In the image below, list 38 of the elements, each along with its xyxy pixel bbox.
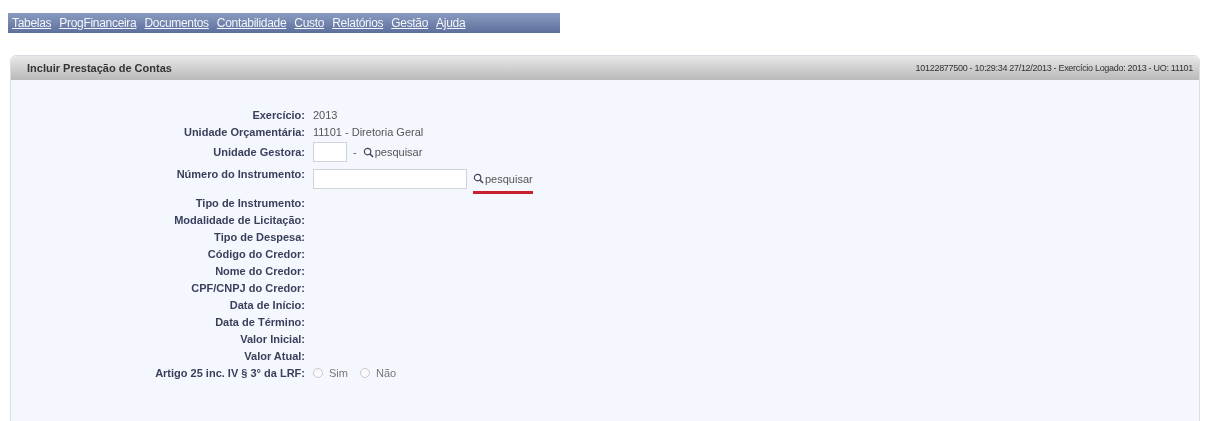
field-label: Unidade Orçamentária: xyxy=(182,125,306,138)
field-label: Artigo 25 inc. IV § 3° da LRF: xyxy=(154,366,306,379)
field-label: CPF/CNPJ do Credor: xyxy=(190,281,306,294)
field-label: Valor Inicial: xyxy=(239,332,306,345)
menu-item[interactable]: Gestão xyxy=(391,16,429,30)
menu-item[interactable]: Custo xyxy=(294,16,325,30)
input-field[interactable] xyxy=(313,142,347,162)
radio-button[interactable] xyxy=(313,367,323,378)
field-label: Código do Credor: xyxy=(206,247,306,260)
menu-item[interactable]: Contabilidade xyxy=(216,16,287,30)
input-field[interactable] xyxy=(313,169,467,189)
separator-text: - xyxy=(353,146,357,158)
field-value: 2013 xyxy=(313,108,338,121)
session-info: 10122877500 - 10:29:34 27/12/2013 - Exercício Logado: 2013 - UO: 11101 xyxy=(915,63,1193,73)
menu-item[interactable]: ProgFinanceira xyxy=(59,16,137,30)
field-label: Data de Início: xyxy=(228,298,306,311)
menu-item[interactable]: Documentos xyxy=(144,16,209,30)
search-link[interactable]: pesquisar xyxy=(362,142,423,162)
field-label: Número do Instrumento: xyxy=(175,167,306,180)
radio-label: Não xyxy=(375,366,397,379)
field-label: Unidade Gestora: xyxy=(212,146,306,158)
field-label: Valor Atual: xyxy=(243,349,306,362)
radio-label: Sim xyxy=(329,366,348,379)
field-label: Tipo de Instrumento: xyxy=(194,196,306,209)
menu-item[interactable]: Tabelas xyxy=(12,16,52,30)
field-label: Modalidade de Licitação: xyxy=(173,213,306,226)
panel-title: Incluir Prestação de Contas xyxy=(27,62,172,74)
search-link[interactable]: pesquisar xyxy=(473,164,533,194)
search-icon xyxy=(473,173,484,184)
field-label: Exercício: xyxy=(251,108,306,121)
field-value: 11101 - Diretoria Geral xyxy=(313,125,424,138)
field-label: Nome do Credor: xyxy=(214,264,306,277)
field-label: Tipo de Despesa: xyxy=(213,230,306,243)
search-icon xyxy=(362,146,374,158)
menu-item[interactable]: Ajuda xyxy=(436,16,466,30)
field-label: Data de Término: xyxy=(214,315,306,328)
radio-button[interactable] xyxy=(359,367,370,378)
menu-item[interactable]: Relatórios xyxy=(332,16,384,30)
